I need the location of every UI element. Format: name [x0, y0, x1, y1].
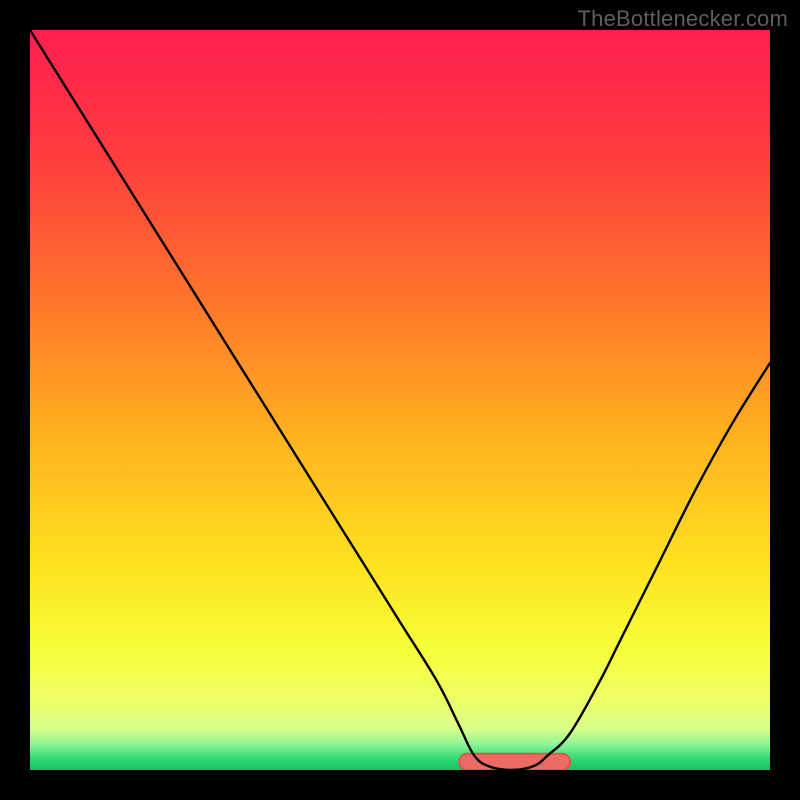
plot-area	[30, 30, 770, 770]
bottleneck-curve	[30, 30, 770, 770]
watermark-text: TheBottlenecker.com	[578, 6, 788, 32]
chart-frame: TheBottlenecker.com	[0, 0, 800, 800]
curve-layer	[30, 30, 770, 770]
